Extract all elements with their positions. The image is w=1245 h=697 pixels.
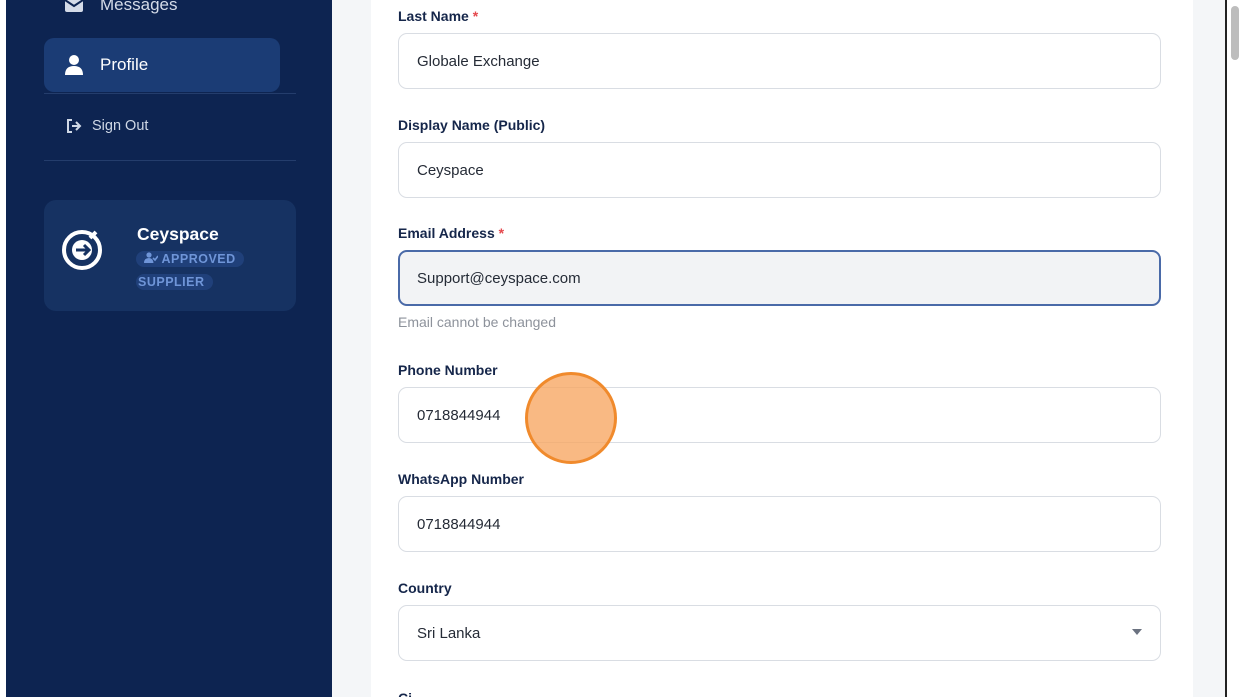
user-check-icon	[144, 252, 162, 266]
envelope-icon	[64, 0, 84, 15]
screen: Messages Profile Sign Out Ceyspace APPRO…	[0, 0, 1245, 697]
supplier-name: Ceyspace	[137, 224, 219, 244]
sidebar-item-label: Messages	[100, 0, 178, 14]
email-helper-text: Email cannot be changed	[398, 314, 556, 330]
profile-form: Last Name * Globale Exchange Display Nam…	[371, 0, 1193, 697]
phone-input[interactable]: 0718844944	[398, 387, 1161, 443]
country-select[interactable]: Sri Lanka	[398, 605, 1161, 661]
country-label: Country	[398, 580, 452, 596]
sign-out-label: Sign Out	[92, 118, 149, 134]
sidebar: Messages Profile Sign Out Ceyspace APPRO…	[6, 0, 332, 697]
sidebar-item-messages[interactable]: Messages	[44, 0, 280, 32]
scrollbar-thumb[interactable]	[1231, 6, 1239, 60]
display-name-label: Display Name (Public)	[398, 117, 546, 133]
sidebar-item-profile[interactable]: Profile	[44, 38, 280, 92]
divider	[44, 160, 296, 161]
supplier-card: Ceyspace APPROVED SUPPLIER	[44, 200, 296, 311]
email-field[interactable]: Support@ceyspace.com	[398, 250, 1161, 306]
whatsapp-label: WhatsApp Number	[398, 471, 524, 487]
click-highlight	[525, 372, 617, 464]
sign-out-icon	[64, 116, 84, 136]
country-value: Sri Lanka	[417, 624, 481, 642]
last-name-input[interactable]: Globale Exchange	[398, 33, 1161, 89]
sign-out-link[interactable]: Sign Out	[64, 116, 148, 136]
phone-label: Phone Number	[398, 362, 498, 378]
divider	[44, 93, 296, 94]
sidebar-item-label: Profile	[100, 55, 149, 74]
status-badge: APPROVED	[136, 251, 244, 267]
scrollbar-gutter	[1225, 0, 1245, 697]
whatsapp-input[interactable]: 0718844944	[398, 496, 1161, 552]
window-edge	[1225, 0, 1227, 697]
app-window: Messages Profile Sign Out Ceyspace APPRO…	[6, 0, 1225, 697]
display-name-input[interactable]: Ceyspace	[398, 142, 1161, 198]
chevron-down-icon	[1132, 629, 1142, 635]
status-badge-line2: SUPPLIER	[136, 274, 213, 290]
last-name-label: Last Name *	[398, 8, 479, 24]
email-label: Email Address *	[398, 225, 505, 241]
city-label: Ci	[398, 690, 412, 697]
user-icon	[64, 55, 84, 75]
ceyspace-logo	[62, 230, 102, 270]
required-marker: *	[472, 8, 479, 24]
required-marker: *	[498, 225, 505, 241]
